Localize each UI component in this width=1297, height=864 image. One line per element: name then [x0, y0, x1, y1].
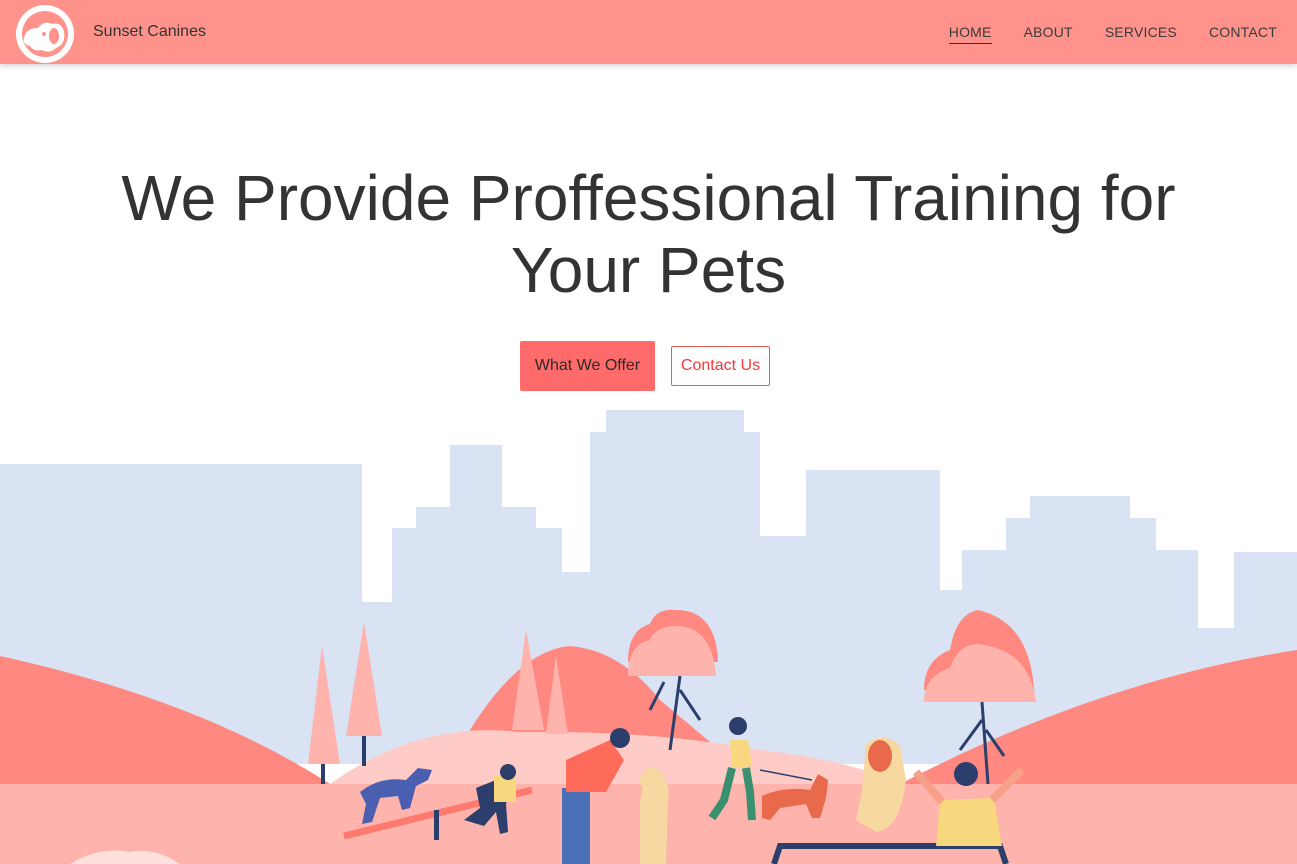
hero-title: We Provide Proffessional Training for Yo… [0, 162, 1297, 306]
nav-contact[interactable]: CONTACT [1209, 24, 1277, 44]
contact-us-button[interactable]: Contact Us [671, 346, 770, 386]
hero-title-text: We Provide Proffessional Training for Yo… [121, 162, 1176, 306]
nav-about[interactable]: ABOUT [1024, 24, 1073, 44]
dog-park-illustration [0, 410, 1297, 864]
what-we-offer-button[interactable]: What We Offer [520, 341, 655, 391]
brand-name[interactable]: Sunset Canines [93, 23, 206, 41]
nav-home[interactable]: HOME [948, 24, 992, 44]
main-nav: HOME ABOUT SERVICES CONTACT [948, 24, 1277, 44]
dog-logo-icon[interactable] [14, 4, 76, 64]
navbar: Sunset Canines HOME ABOUT SERVICES CONTA… [0, 0, 1297, 64]
nav-services[interactable]: SERVICES [1105, 24, 1177, 44]
